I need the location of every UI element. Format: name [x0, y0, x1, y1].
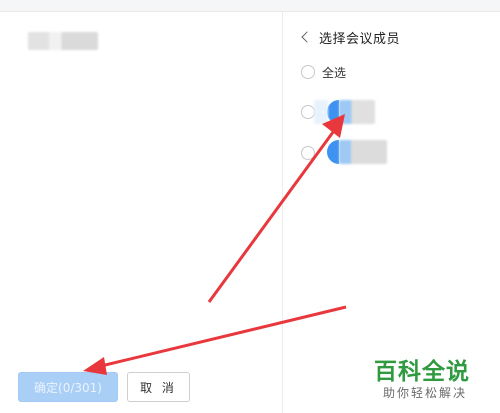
annotation-arrow — [207, 114, 345, 303]
watermark-title: 百科全说 — [374, 359, 470, 385]
annotation-arrow — [83, 305, 347, 375]
watermark: 百科全说 助你轻松解决 — [374, 352, 494, 407]
watermark-subtitle: 助你轻松解决 — [383, 386, 468, 400]
